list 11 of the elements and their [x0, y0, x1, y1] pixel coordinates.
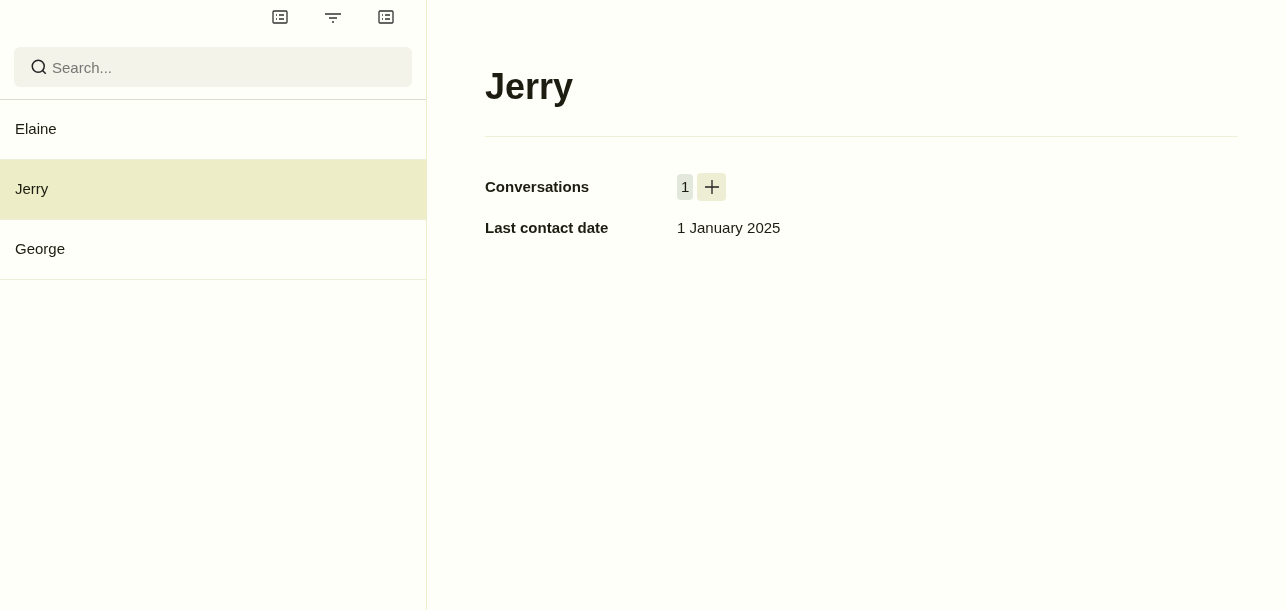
- field-label: Last contact date: [485, 218, 610, 238]
- search-icon: [30, 58, 48, 76]
- contact-item[interactable]: George: [0, 220, 426, 280]
- count-badge: 1: [677, 173, 694, 201]
- field-label: Conversations: [485, 176, 591, 197]
- search-field[interactable]: Search...: [14, 47, 412, 87]
- plus-icon: [703, 179, 720, 195]
- add-button[interactable]: [697, 173, 727, 201]
- contact-item[interactable]: Jerry: [0, 160, 426, 220]
- contact-title: Jerry: [485, 0, 1238, 137]
- field-value: 1 January 2025: [677, 218, 781, 238]
